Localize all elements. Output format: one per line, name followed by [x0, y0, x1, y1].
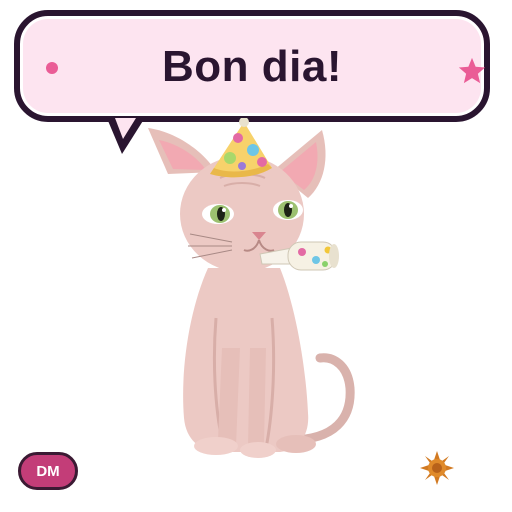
- sun-icon: [420, 451, 454, 485]
- dm-badge: DM: [18, 452, 78, 490]
- speech-bubble: Bon dia!: [14, 10, 490, 122]
- party-cat-illustration: [148, 118, 355, 458]
- greeting-text: Bon dia!: [162, 42, 342, 91]
- star-icon: [458, 57, 486, 84]
